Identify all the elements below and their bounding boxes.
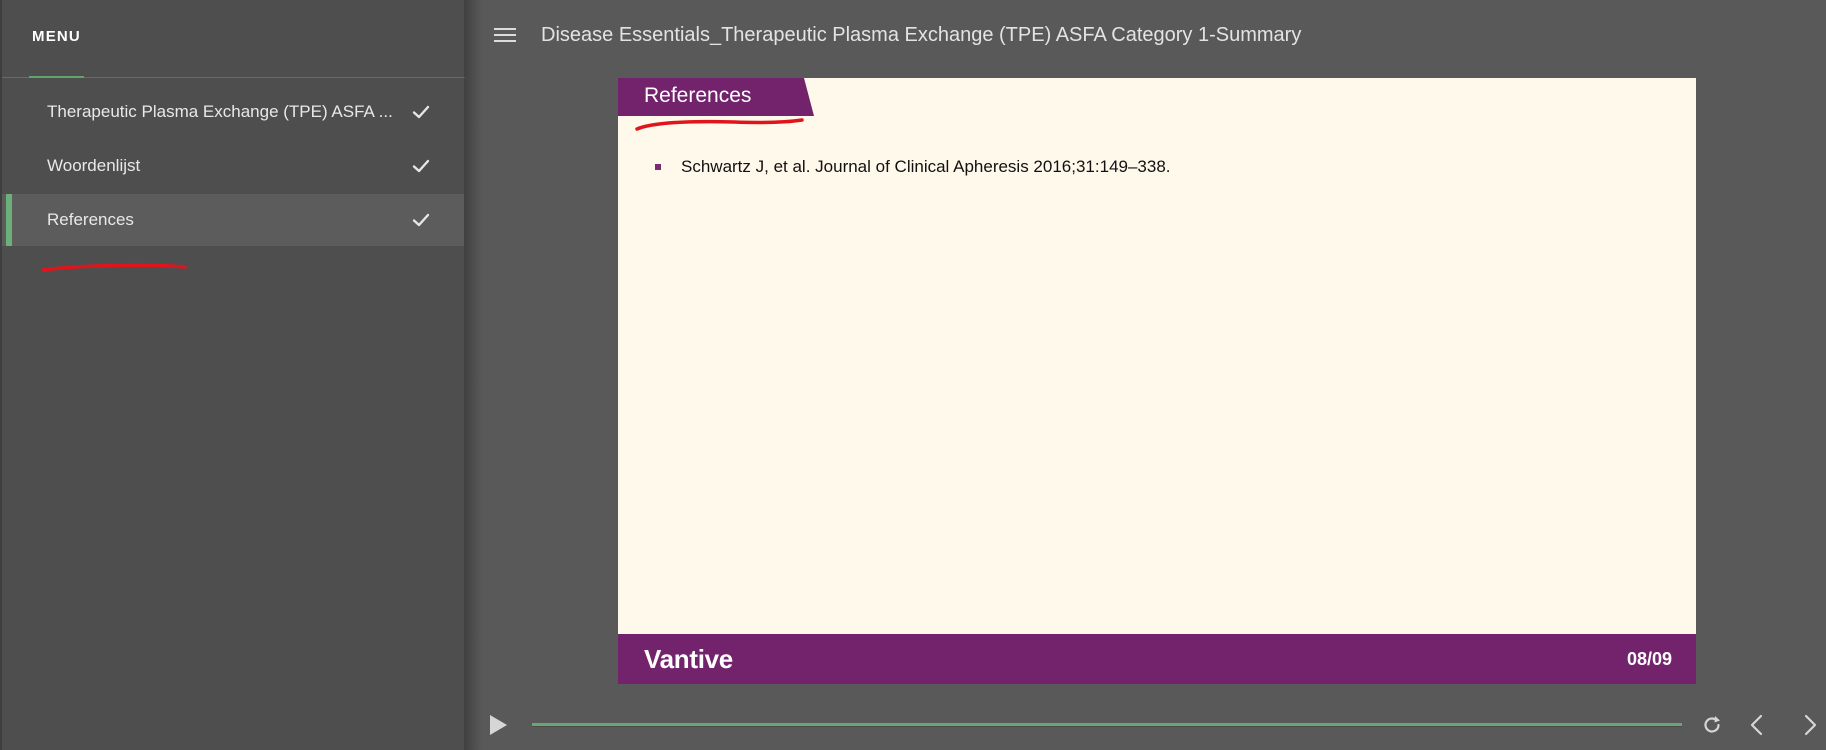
checkmark-icon: [412, 105, 430, 119]
chevron-left-icon[interactable]: [1747, 713, 1767, 737]
progress-fill: [532, 723, 1682, 726]
reference-item: Schwartz J, et al. Journal of Clinical A…: [655, 156, 1171, 178]
slide-footer: Vantive 08/09: [618, 634, 1696, 684]
hamburger-icon[interactable]: [494, 28, 518, 46]
menu-list: Therapeutic Plasma Exchange (TPE) ASFA .…: [2, 86, 466, 248]
reference-text: Schwartz J, et al. Journal of Clinical A…: [681, 157, 1171, 176]
menu-item-woordenlijst[interactable]: Woordenlijst: [2, 140, 464, 192]
slide-canvas: References Schwartz J, et al. Journal of…: [618, 78, 1696, 684]
menu-item-references[interactable]: References: [2, 194, 464, 246]
slide-page-indicator: 08/09: [1626, 649, 1672, 669]
red-annotation-underline: [41, 263, 187, 272]
brand-logo: Vantive: [644, 644, 733, 674]
play-icon[interactable]: [487, 714, 509, 736]
menu-item-label: Therapeutic Plasma Exchange (TPE) ASFA .…: [47, 102, 393, 121]
menu-item-tpe-summary[interactable]: Therapeutic Plasma Exchange (TPE) ASFA .…: [2, 86, 464, 138]
menu-item-label: References: [47, 210, 134, 229]
menu-header: MENU: [2, 0, 466, 78]
course-title: Disease Essentials_Therapeutic Plasma Ex…: [541, 24, 1302, 46]
sidebar-shadow: [464, 0, 482, 750]
progress-bar[interactable]: [532, 723, 1682, 727]
menu-item-label: Woordenlijst: [47, 156, 141, 175]
replay-icon[interactable]: [1701, 714, 1723, 736]
active-indicator: [6, 194, 12, 246]
sidebar-menu: MENU Therapeutic Plasma Exchange (TPE) A…: [0, 0, 466, 750]
slide-title: References: [644, 84, 752, 107]
reference-list: Schwartz J, et al. Journal of Clinical A…: [655, 156, 1171, 178]
bullet-marker: [655, 164, 661, 170]
chevron-right-icon[interactable]: [1800, 713, 1820, 737]
menu-title: MENU: [32, 28, 81, 45]
red-annotation-underline: [635, 118, 804, 131]
checkmark-icon: [412, 213, 430, 227]
menu-title-underline: [29, 76, 84, 78]
checkmark-icon: [412, 159, 430, 173]
